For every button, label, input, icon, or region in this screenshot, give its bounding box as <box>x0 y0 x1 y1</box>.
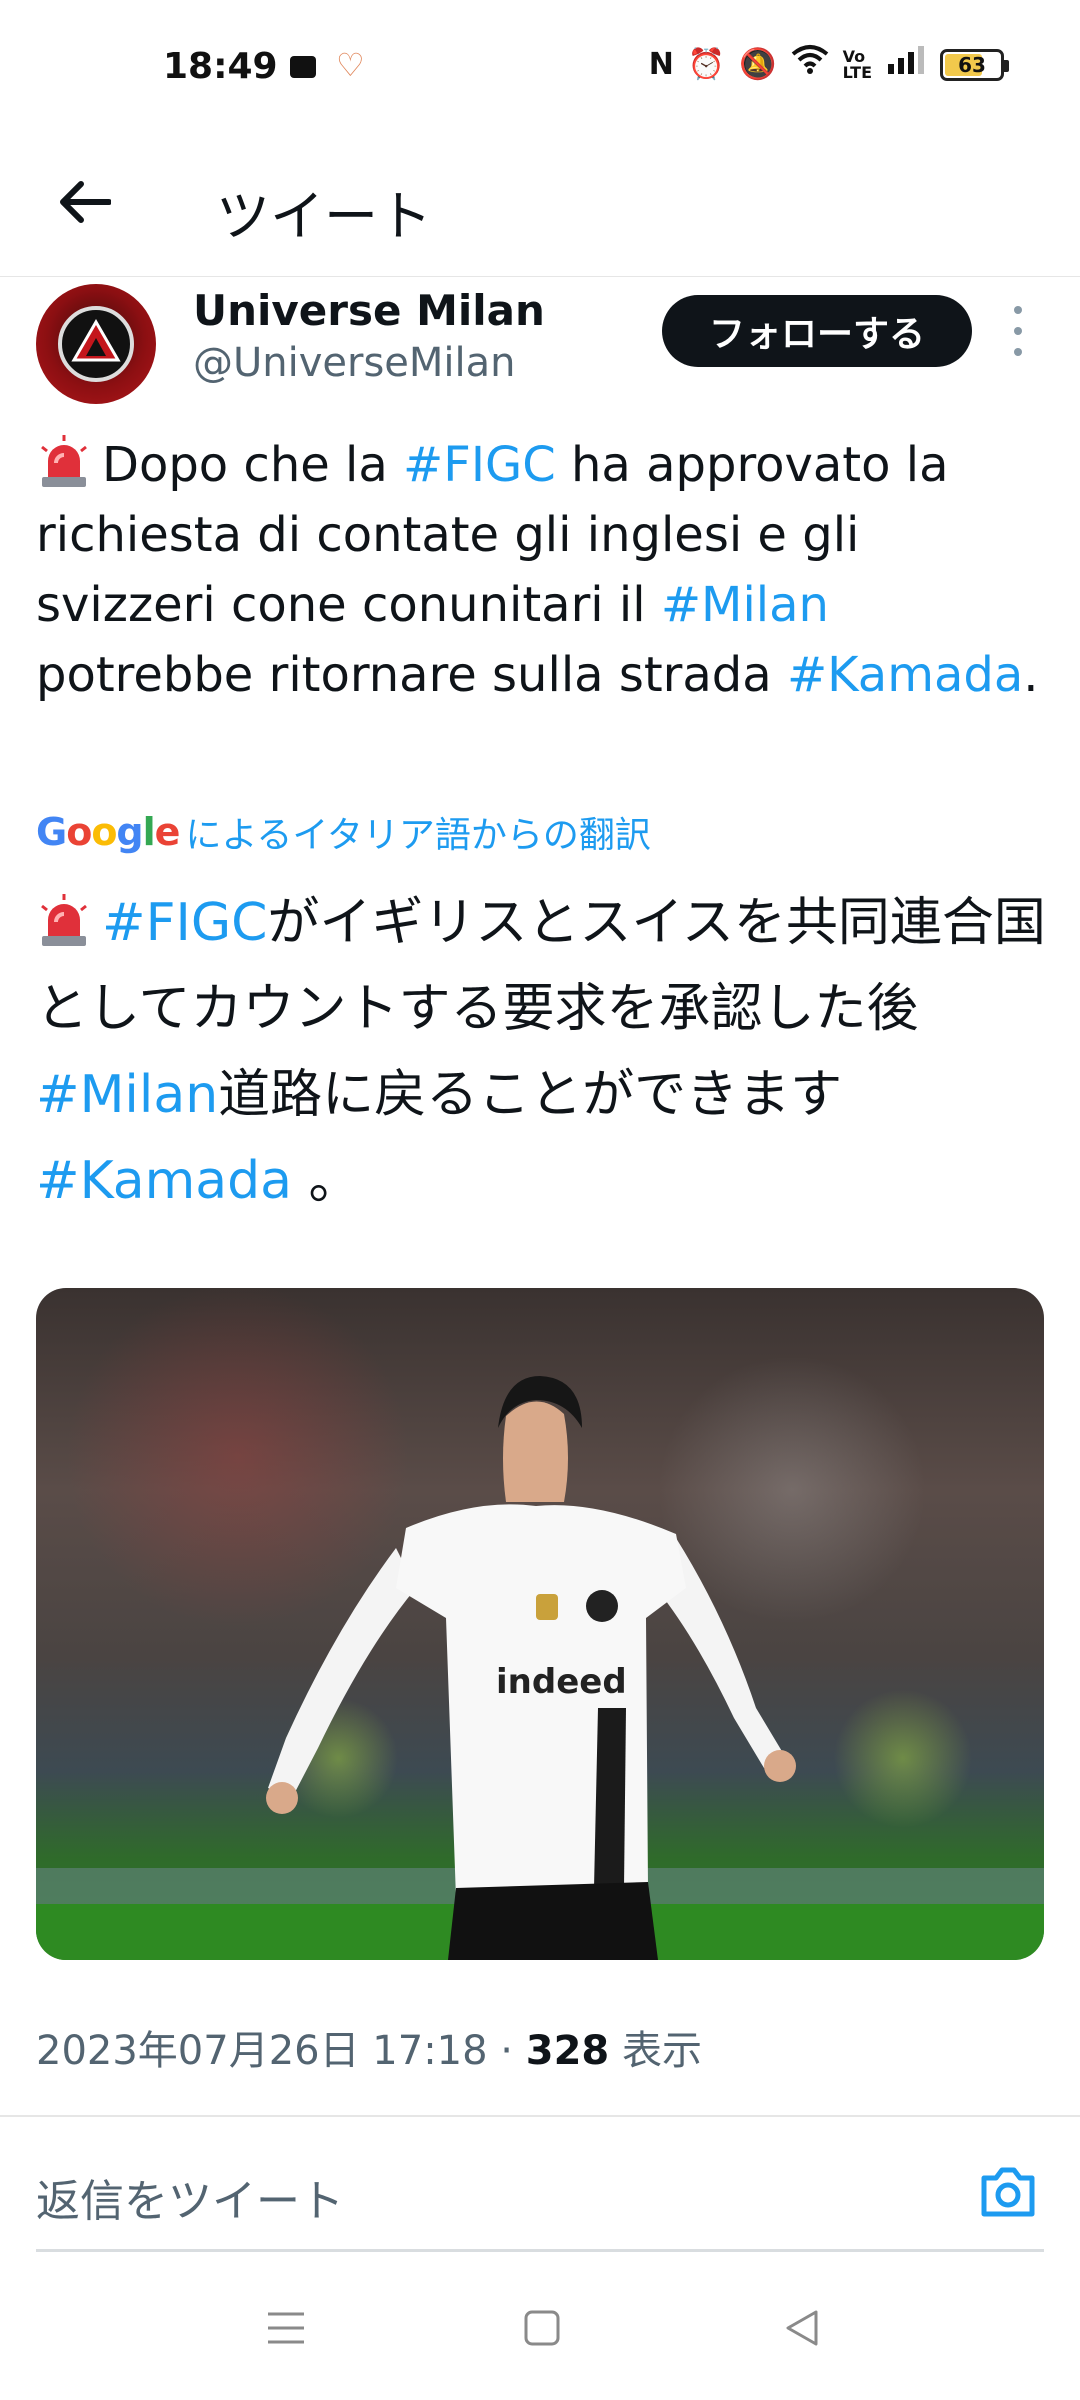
hashtag-kamada[interactable]: #Kamada <box>787 647 1023 703</box>
status-time: 18:49 <box>163 46 278 87</box>
hashtag-figc[interactable]: #FIGC <box>102 893 267 953</box>
mute-icon: 🔕 <box>739 46 777 82</box>
notification-icon <box>290 56 316 78</box>
page-title: ツイート <box>216 185 432 248</box>
status-icons: N ⏰ 🔕 Vo LTE 63 <box>648 44 1009 85</box>
translated-text: #FIGCがイギリスとスイスを共同連合国としてカウントする要求を承認した後#Mi… <box>36 880 1046 1224</box>
author-handle[interactable]: @UniverseMilan <box>193 340 516 386</box>
tweet-meta: 2023年07月26日 17:18 · 328 表示 <box>36 2018 702 2076</box>
more-options-icon[interactable] <box>1006 306 1030 356</box>
camera-icon[interactable] <box>976 2160 1040 2224</box>
svg-text:indeed: indeed <box>496 1662 627 1702</box>
player-figure: indeed <box>266 1376 796 1960</box>
siren-emoji-icon <box>41 894 87 946</box>
tweet-text-part: Dopo che la <box>102 437 404 493</box>
tweet-photo[interactable]: indeed <box>36 1288 1044 1960</box>
home-icon[interactable] <box>512 2298 572 2358</box>
battery-icon: 63 <box>940 48 1009 81</box>
nfc-icon: N <box>648 46 674 82</box>
system-nav-bar <box>0 2252 1080 2400</box>
reply-input[interactable]: 返信をツイート <box>36 2165 344 2229</box>
volte-icon: Vo LTE <box>842 46 872 82</box>
author-name[interactable]: Universe Milan <box>193 286 545 335</box>
meta-separator: · <box>487 2028 526 2074</box>
hashtag-milan[interactable]: #Milan <box>661 577 829 633</box>
arrow-left-icon[interactable] <box>52 170 116 234</box>
app-header: ツイート <box>0 140 1080 277</box>
divider <box>0 2115 1080 2117</box>
tweet-text-part: potrebbe ritornare sulla strada <box>36 647 787 703</box>
avatar-logo <box>58 306 134 382</box>
translated-text-part: 道路に戻ることができます <box>218 1065 843 1125</box>
translation-label: によるイタリア語からの翻訳 <box>185 815 651 856</box>
translated-text-part: 。 <box>292 1151 361 1211</box>
tweet-text-part: . <box>1023 647 1039 703</box>
view-count: 328 <box>525 2028 610 2074</box>
avatar[interactable] <box>36 284 156 404</box>
tweet-datetime[interactable]: 2023年07月26日 17:18 <box>36 2028 488 2074</box>
health-icon: ♡ <box>336 46 365 84</box>
signal-icon <box>886 44 926 85</box>
tweet-text: Dopo che la #FIGC ha approvato la richie… <box>36 430 1046 710</box>
battery-level: 63 <box>958 52 986 77</box>
view-label: 表示 <box>609 2028 702 2074</box>
follow-button[interactable]: フォローする <box>662 295 972 367</box>
wifi-icon <box>791 44 829 85</box>
google-logo: Google <box>36 810 180 854</box>
siren-emoji-icon <box>41 435 87 487</box>
back-nav-icon[interactable] <box>772 2298 832 2358</box>
hashtag-kamada[interactable]: #Kamada <box>36 1151 292 1211</box>
status-bar: 18:49 ♡ N ⏰ 🔕 Vo LTE 63 <box>0 0 1080 140</box>
alarm-icon: ⏰ <box>687 46 726 82</box>
menu-icon[interactable] <box>256 2298 316 2358</box>
translation-attribution[interactable]: Google によるイタリア語からの翻訳 <box>36 806 651 858</box>
hashtag-figc[interactable]: #FIGC <box>403 437 556 493</box>
hashtag-milan[interactable]: #Milan <box>36 1065 218 1125</box>
